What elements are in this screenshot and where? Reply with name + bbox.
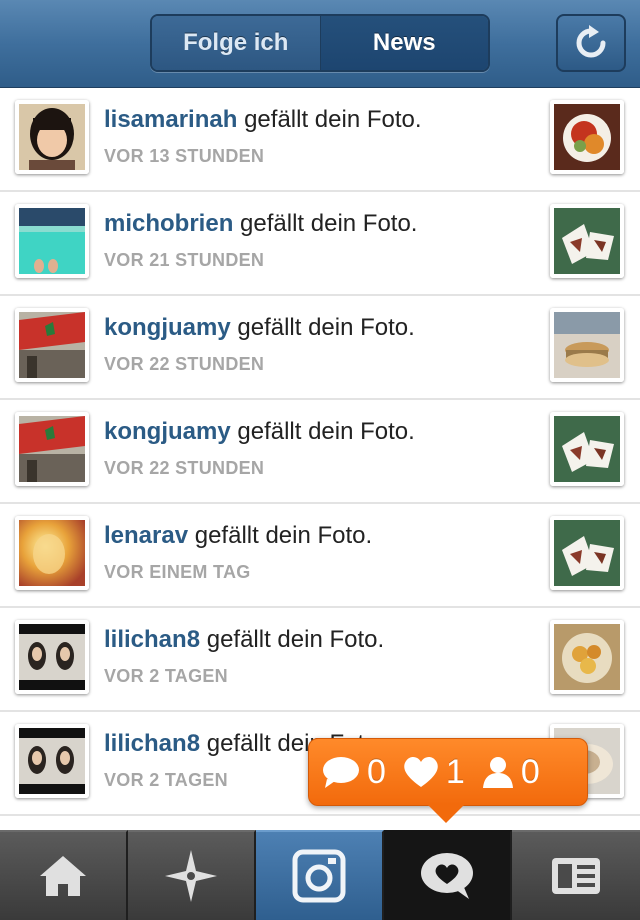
list-item[interactable]: lisamarinah gefällt dein Foto. VOR 13 ST… (0, 88, 640, 192)
list-item[interactable]: michobrien gefällt dein Foto. VOR 21 STU… (0, 192, 640, 296)
activity-text: gefällt dein Foto. (206, 626, 385, 653)
timestamp: VOR 2 TAGEN (104, 666, 228, 686)
list-item[interactable]: lilichan8 gefällt dein Foto. VOR 2 TAGEN (0, 608, 640, 712)
activity-text: gefällt dein Foto. (194, 522, 373, 549)
tab-news[interactable]: News (320, 16, 488, 70)
refresh-icon (576, 25, 606, 58)
follower-count-value: 0 (520, 752, 540, 791)
username-link[interactable]: lenarav (104, 522, 188, 549)
comment-count: 0 (321, 753, 386, 792)
camera-icon (292, 849, 346, 903)
timestamp: VOR 22 STUNDEN (104, 354, 265, 374)
avatar[interactable] (15, 412, 89, 486)
avatar[interactable] (15, 620, 89, 694)
username-link[interactable]: kongjuamy (104, 314, 231, 341)
timestamp: VOR 13 STUNDEN (104, 146, 265, 166)
news-icon (421, 853, 473, 899)
liked-photo-thumbnail[interactable] (550, 620, 624, 694)
news-feed-list: lisamarinah gefällt dein Foto. VOR 13 ST… (0, 88, 640, 830)
tab-explore[interactable] (128, 830, 256, 920)
activity-text: gefällt dein Foto. (237, 314, 415, 341)
tab-camera[interactable] (256, 830, 384, 920)
like-count-value: 1 (445, 752, 465, 791)
avatar[interactable] (15, 308, 89, 382)
liked-photo-thumbnail[interactable] (550, 516, 624, 590)
username-link[interactable]: michobrien (104, 210, 233, 237)
tab-folge-ich[interactable]: Folge ich (152, 16, 321, 70)
home-icon (40, 856, 86, 896)
timestamp: VOR 21 STUNDEN (104, 250, 265, 270)
timestamp: VOR EINEM TAG (104, 562, 251, 582)
avatar[interactable] (15, 100, 89, 174)
activity-text: gefällt dein Foto. (240, 210, 418, 237)
profile-icon (552, 858, 600, 894)
activity-notification-bubble[interactable]: 0 1 0 (308, 738, 588, 806)
activity-text: gefällt dein Foto. (244, 106, 422, 133)
username-link[interactable]: kongjuamy (104, 418, 231, 445)
tab-profile[interactable] (512, 830, 640, 920)
liked-photo-thumbnail[interactable] (550, 204, 624, 278)
tab-home[interactable] (0, 830, 128, 920)
username-link[interactable]: lilichan8 (104, 730, 200, 757)
timestamp: VOR 2 TAGEN (104, 770, 228, 790)
list-item[interactable]: lenarav gefällt dein Foto. VOR EINEM TAG (0, 504, 640, 608)
list-item[interactable]: kongjuamy gefällt dein Foto. VOR 22 STUN… (0, 400, 640, 504)
explore-icon (165, 850, 217, 902)
comment-count-value: 0 (367, 752, 386, 791)
tab-news[interactable] (384, 830, 512, 920)
bottom-tab-bar (0, 830, 640, 920)
liked-photo-thumbnail[interactable] (550, 308, 624, 382)
person-icon (482, 757, 513, 788)
avatar[interactable] (15, 516, 89, 590)
feed-segmented-control: Folge ich News (150, 14, 490, 72)
refresh-button[interactable] (556, 14, 626, 72)
notification-pointer (428, 805, 464, 823)
comment-icon (323, 757, 359, 788)
like-count: 1 (402, 753, 465, 792)
timestamp: VOR 22 STUNDEN (104, 458, 265, 478)
list-item[interactable]: kongjuamy gefällt dein Foto. VOR 22 STUN… (0, 296, 640, 400)
username-link[interactable]: lilichan8 (104, 626, 200, 653)
activity-text: gefällt dein Foto. (237, 418, 415, 445)
heart-icon (404, 756, 438, 787)
follower-count: 0 (481, 753, 540, 792)
liked-photo-thumbnail[interactable] (550, 412, 624, 486)
avatar[interactable] (15, 724, 89, 798)
avatar[interactable] (15, 204, 89, 278)
top-navigation-bar: Folge ich News (0, 0, 640, 88)
liked-photo-thumbnail[interactable] (550, 100, 624, 174)
username-link[interactable]: lisamarinah (104, 106, 237, 133)
